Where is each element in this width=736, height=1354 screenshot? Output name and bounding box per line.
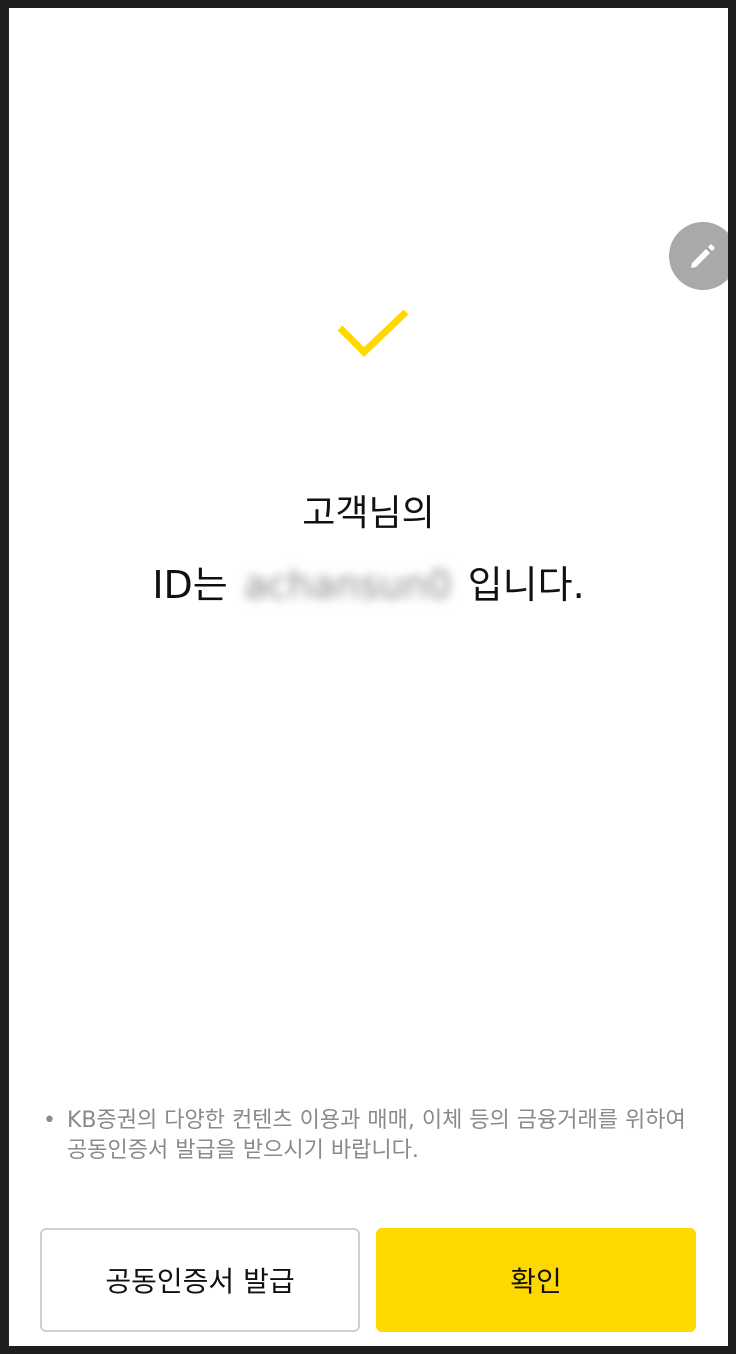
notice-bullet: • bbox=[43, 1108, 56, 1133]
result-title-line1: 고객님의 bbox=[302, 493, 435, 534]
user-id-value: achansun0 bbox=[243, 563, 452, 607]
edit-floating-button[interactable] bbox=[669, 222, 728, 290]
pencil-icon bbox=[691, 244, 715, 268]
certificate-notice: • KB증권의 다양한 컨텐츠 이용과 매매, 이체 등의 금융거래를 위하여 … bbox=[43, 1106, 703, 1166]
notice-text: KB증권의 다양한 컨텐츠 이용과 매매, 이체 등의 금융거래를 위하여 공동… bbox=[67, 1108, 686, 1163]
check-icon bbox=[337, 309, 409, 357]
issue-certificate-button[interactable]: 공동인증서 발급 bbox=[40, 1228, 360, 1332]
action-buttons: 공동인증서 발급 확인 bbox=[40, 1228, 696, 1332]
id-prefix: ID는 bbox=[152, 563, 228, 607]
id-suffix: 입니다. bbox=[467, 563, 585, 607]
result-title-line2: ID는 achansun0 입니다. bbox=[9, 560, 728, 610]
confirm-button[interactable]: 확인 bbox=[376, 1228, 696, 1332]
find-id-result-screen: 고객님의 ID는 achansun0 입니다. • KB증권의 다양한 컨텐츠 … bbox=[9, 8, 728, 1346]
